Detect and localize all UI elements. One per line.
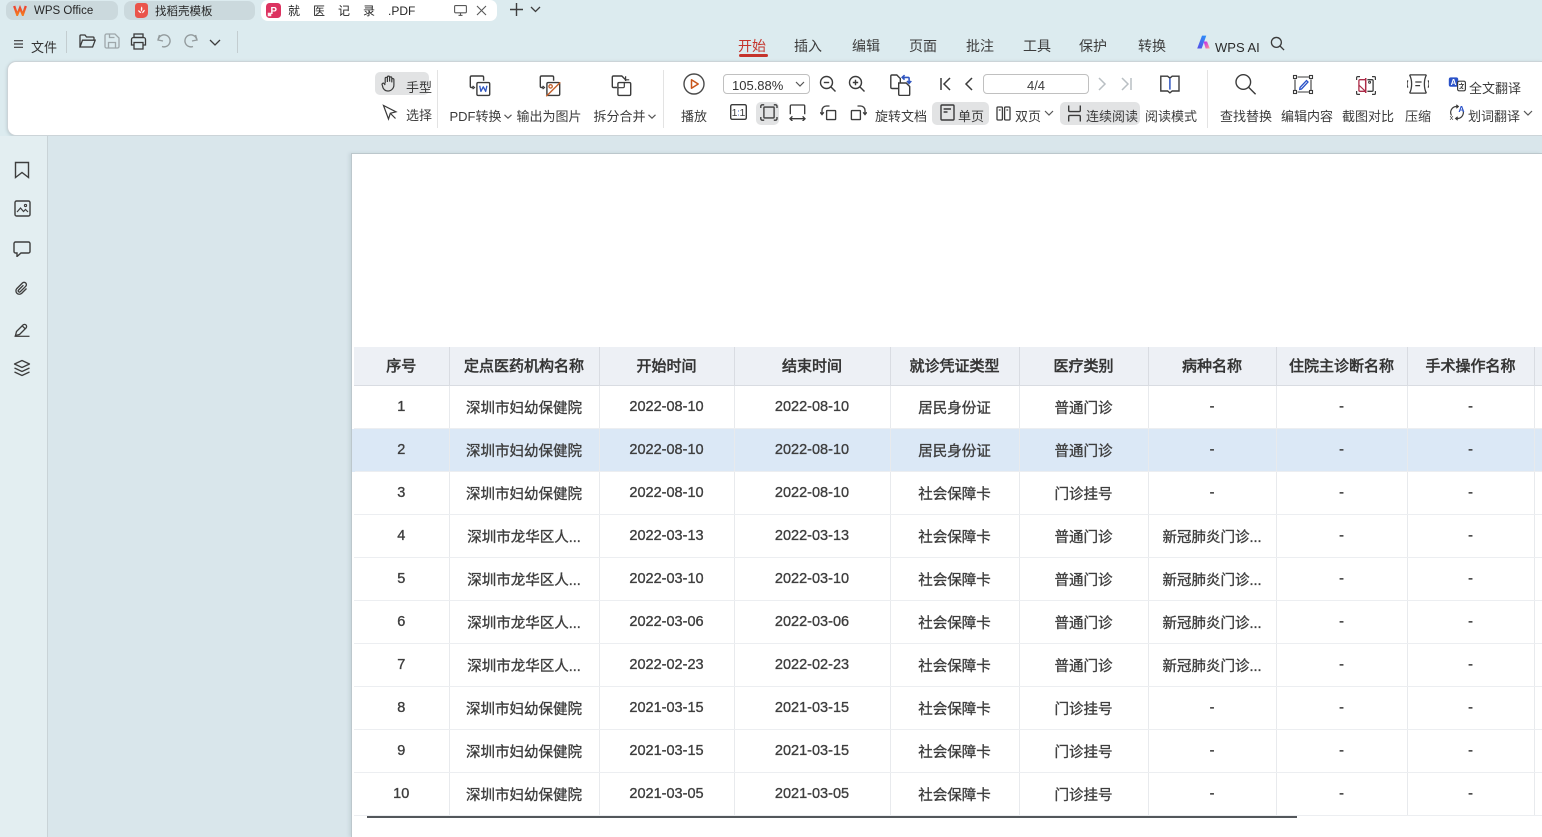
svg-text:P: P bbox=[270, 6, 277, 17]
svg-text:1: 1 bbox=[739, 107, 745, 119]
svg-text:x: x bbox=[1450, 113, 1454, 121]
svg-text:A: A bbox=[1451, 78, 1457, 87]
svg-text:A: A bbox=[1458, 104, 1464, 114]
